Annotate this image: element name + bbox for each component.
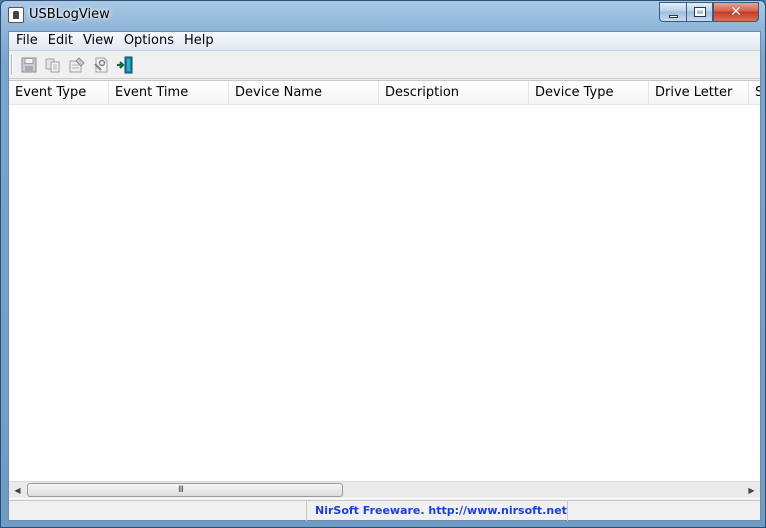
- toolbar: [9, 51, 760, 79]
- column-header-drive-letter[interactable]: Drive Letter: [649, 81, 749, 105]
- nirsoft-link[interactable]: NirSoft Freeware. http://www.nirsoft.net: [307, 504, 567, 517]
- title-bar[interactable]: USBLogView ✕: [1, 1, 765, 31]
- column-header-description[interactable]: Description: [379, 81, 529, 105]
- window-title: USBLogView: [29, 7, 110, 22]
- scroll-thumb-grip: III: [178, 485, 184, 495]
- minimize-icon: [668, 14, 678, 18]
- menu-options[interactable]: Options: [119, 32, 179, 50]
- minimize-button[interactable]: [659, 2, 686, 22]
- html-report-icon: [94, 57, 108, 72]
- toolbar-grip: [11, 54, 13, 75]
- status-bar: NirSoft Freeware. http://www.nirsoft.net: [9, 500, 760, 521]
- copy-button[interactable]: [43, 55, 63, 75]
- arrow-right-icon: ▶: [748, 486, 755, 495]
- column-header-device-name[interactable]: Device Name: [229, 81, 379, 105]
- scroll-thumb[interactable]: III: [27, 483, 343, 497]
- maximize-button[interactable]: [686, 2, 713, 22]
- column-header-event-type[interactable]: Event Type: [9, 81, 109, 105]
- properties-button[interactable]: [67, 55, 87, 75]
- horizontal-scrollbar[interactable]: ◀ III ▶: [9, 481, 760, 498]
- event-list[interactable]: Event Type Event Time Device Name Descri…: [9, 80, 760, 499]
- status-cell-link: NirSoft Freeware. http://www.nirsoft.net: [307, 501, 568, 521]
- exit-button[interactable]: [115, 55, 135, 75]
- column-header-event-time[interactable]: Event Time: [109, 81, 229, 105]
- menu-bar: File Edit View Options Help: [9, 32, 760, 51]
- scroll-right-button[interactable]: ▶: [743, 482, 760, 499]
- list-header: Event Type Event Time Device Name Descri…: [9, 81, 760, 105]
- app-window: USBLogView ✕ File Edit View Options Help: [0, 0, 766, 528]
- status-cell-count: [9, 501, 307, 521]
- copy-icon: [45, 58, 60, 72]
- caption-buttons: ✕: [659, 2, 759, 22]
- client-area: File Edit View Options Help Event Type E…: [8, 31, 761, 521]
- maximize-icon: [693, 7, 706, 17]
- menu-help[interactable]: Help: [179, 32, 219, 50]
- menu-view[interactable]: View: [78, 32, 119, 50]
- html-report-button[interactable]: [91, 55, 111, 75]
- save-button[interactable]: [19, 55, 39, 75]
- usblogview-app-icon[interactable]: [8, 7, 24, 23]
- properties-icon: [69, 56, 85, 72]
- arrow-left-icon: ◀: [14, 486, 21, 495]
- close-icon: ✕: [730, 4, 742, 20]
- exit-icon: [117, 56, 133, 73]
- column-header-device-type[interactable]: Device Type: [529, 81, 649, 105]
- save-icon: [21, 57, 37, 72]
- menu-file[interactable]: File: [11, 32, 43, 50]
- close-button[interactable]: ✕: [713, 2, 759, 22]
- menu-edit[interactable]: Edit: [43, 32, 78, 50]
- scroll-left-button[interactable]: ◀: [9, 482, 26, 499]
- column-header-serial-truncated[interactable]: S: [749, 81, 760, 105]
